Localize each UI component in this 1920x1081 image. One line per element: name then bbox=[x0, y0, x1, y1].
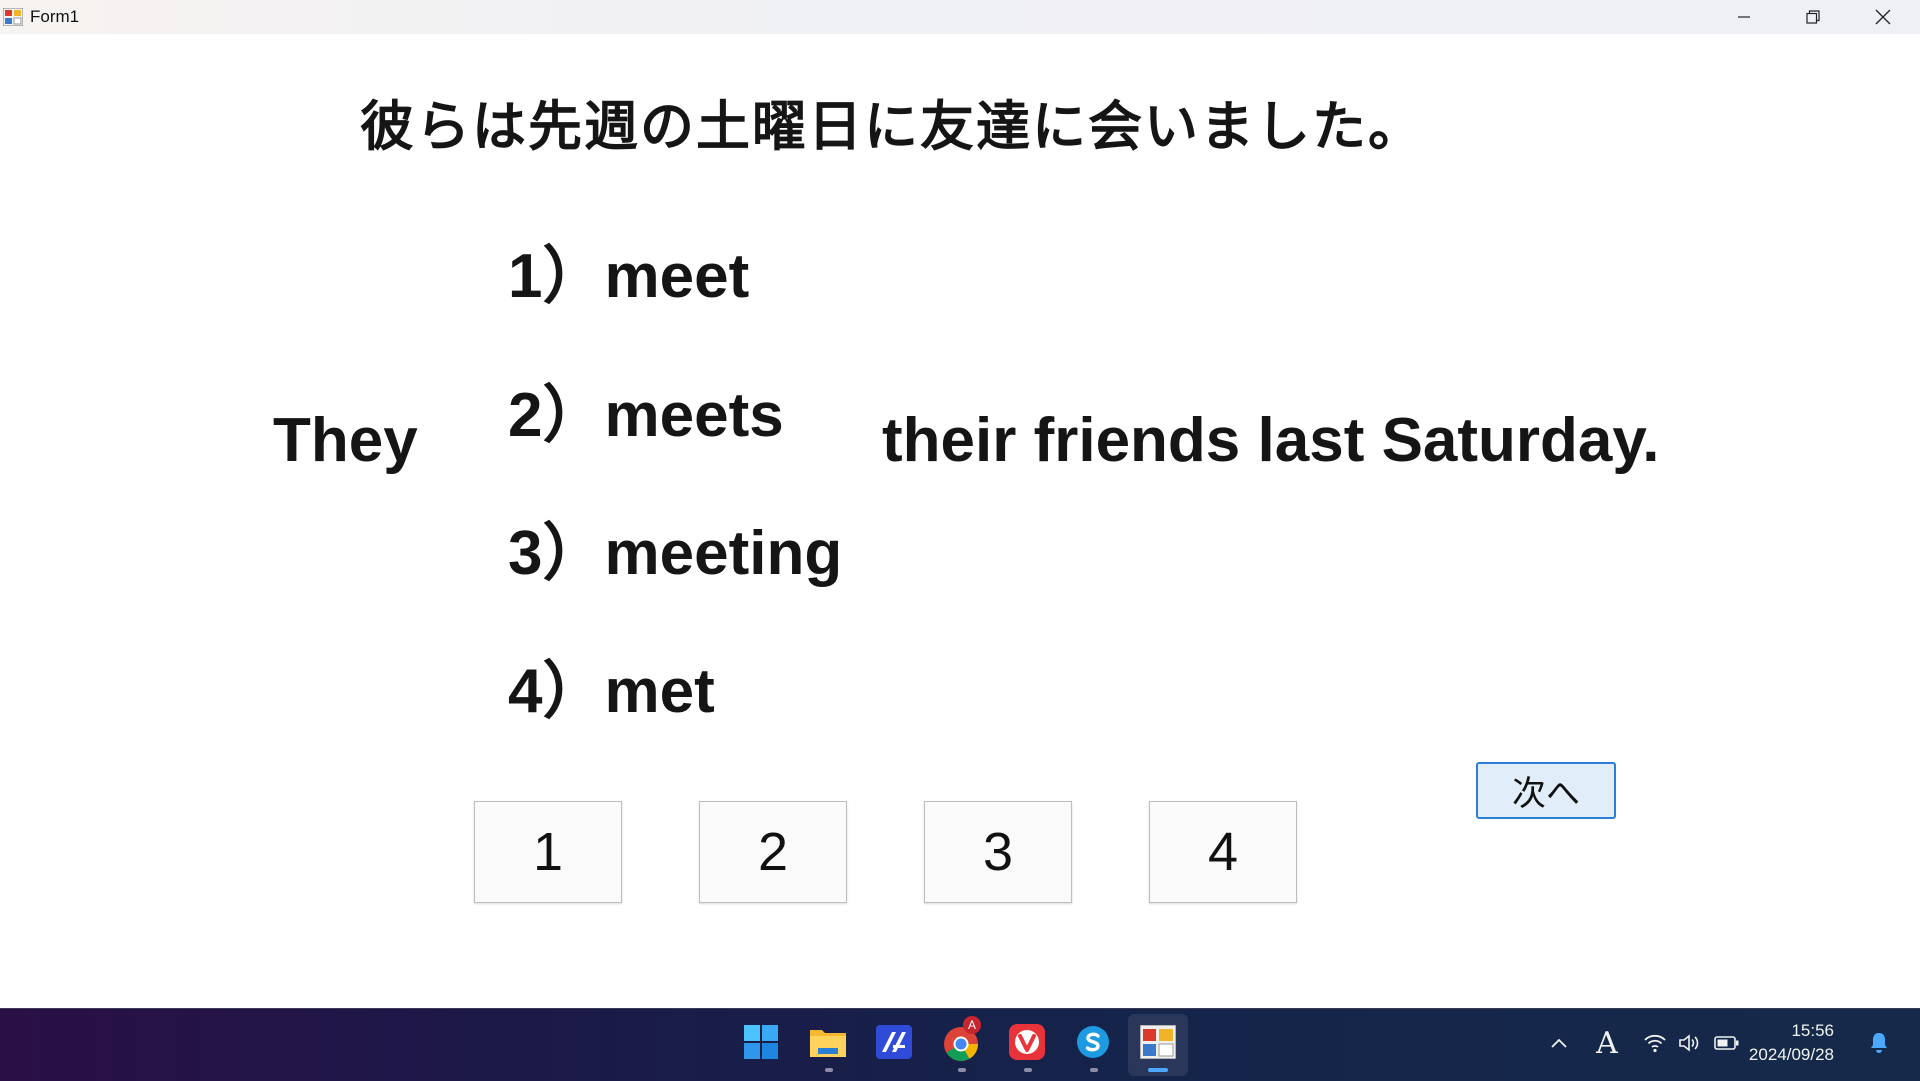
japanese-sentence: 彼らは先週の土曜日に友達に会いました。 bbox=[360, 95, 1424, 158]
answer-button-2[interactable]: 2 bbox=[699, 801, 847, 903]
window-title: Form1 bbox=[30, 7, 80, 26]
chevron-up-icon bbox=[1551, 1038, 1567, 1048]
answer-button-1[interactable]: 1 bbox=[474, 801, 622, 903]
start-button[interactable] bbox=[739, 1020, 783, 1064]
close-icon bbox=[1875, 9, 1891, 25]
taskbar-chrome[interactable]: A bbox=[939, 1016, 983, 1064]
running-indicator bbox=[1024, 1068, 1032, 1072]
file-explorer-icon bbox=[810, 1030, 846, 1057]
volume-button[interactable] bbox=[1676, 1030, 1702, 1056]
close-button[interactable] bbox=[1848, 0, 1918, 34]
taskbar-form-app[interactable] bbox=[1136, 1020, 1180, 1064]
taskbar-ai-app[interactable] bbox=[872, 1020, 916, 1064]
speaker-icon bbox=[1679, 1034, 1699, 1052]
form-app-icon bbox=[2, 7, 24, 27]
option-word: met bbox=[604, 657, 715, 726]
battery-button[interactable] bbox=[1714, 1030, 1740, 1056]
option-number: 4） bbox=[508, 657, 605, 726]
answer-button-4[interactable]: 4 bbox=[1149, 801, 1297, 903]
skype-icon bbox=[1077, 1026, 1109, 1058]
next-button[interactable]: 次へ bbox=[1476, 762, 1616, 819]
clock-date[interactable]: 2024/09/28 bbox=[1740, 1045, 1834, 1065]
ime-indicator[interactable]: A bbox=[1594, 1026, 1620, 1061]
option-number: 3） bbox=[508, 519, 605, 588]
restore-icon bbox=[1806, 10, 1820, 24]
minimize-button[interactable] bbox=[1709, 0, 1779, 34]
clock-time[interactable]: 15:56 bbox=[1740, 1021, 1834, 1041]
running-indicator bbox=[1090, 1068, 1098, 1072]
taskbar-file-explorer[interactable] bbox=[806, 1020, 850, 1064]
option-word: meeting bbox=[604, 519, 843, 588]
sentence-rest: their friends last Saturday. bbox=[882, 406, 1660, 475]
notifications-button[interactable] bbox=[1866, 1030, 1892, 1056]
wifi-icon bbox=[1644, 1034, 1666, 1053]
option-word: meets bbox=[604, 381, 784, 450]
minimize-icon bbox=[1738, 16, 1750, 18]
battery-icon bbox=[1714, 1036, 1739, 1050]
show-hidden-icons-button[interactable] bbox=[1546, 1030, 1572, 1056]
form-window: Form1 彼らは先週の土曜日に友達に会いました。 They 1）meet 2）… bbox=[0, 0, 1920, 1008]
option-2: 2）meets bbox=[508, 364, 784, 454]
answer-button-3[interactable]: 3 bbox=[924, 801, 1072, 903]
windows-start-icon bbox=[744, 1025, 778, 1059]
taskbar-vivaldi[interactable] bbox=[1005, 1020, 1049, 1064]
restore-button[interactable] bbox=[1778, 0, 1848, 34]
chrome-profile-badge: A bbox=[963, 1016, 981, 1034]
option-number: 1） bbox=[508, 242, 605, 311]
active-indicator bbox=[1148, 1068, 1168, 1072]
ime-indicator-label: A bbox=[1596, 1025, 1618, 1061]
option-word: meet bbox=[604, 242, 750, 311]
title-bar: Form1 bbox=[0, 0, 1920, 34]
option-4: 4）met bbox=[508, 640, 715, 730]
wifi-button[interactable] bbox=[1642, 1030, 1668, 1056]
running-indicator bbox=[958, 1068, 966, 1072]
option-1: 1）meet bbox=[508, 225, 749, 315]
taskbar-skype[interactable] bbox=[1071, 1020, 1115, 1064]
form-app-icon bbox=[1140, 1025, 1176, 1059]
option-number: 2） bbox=[508, 381, 605, 450]
running-indicator bbox=[825, 1068, 833, 1072]
vivaldi-icon bbox=[1009, 1024, 1045, 1060]
bell-icon bbox=[1871, 1033, 1887, 1053]
ai-app-icon bbox=[876, 1025, 912, 1059]
sentence-subject: They bbox=[273, 406, 418, 475]
option-3: 3）meeting bbox=[508, 502, 842, 592]
